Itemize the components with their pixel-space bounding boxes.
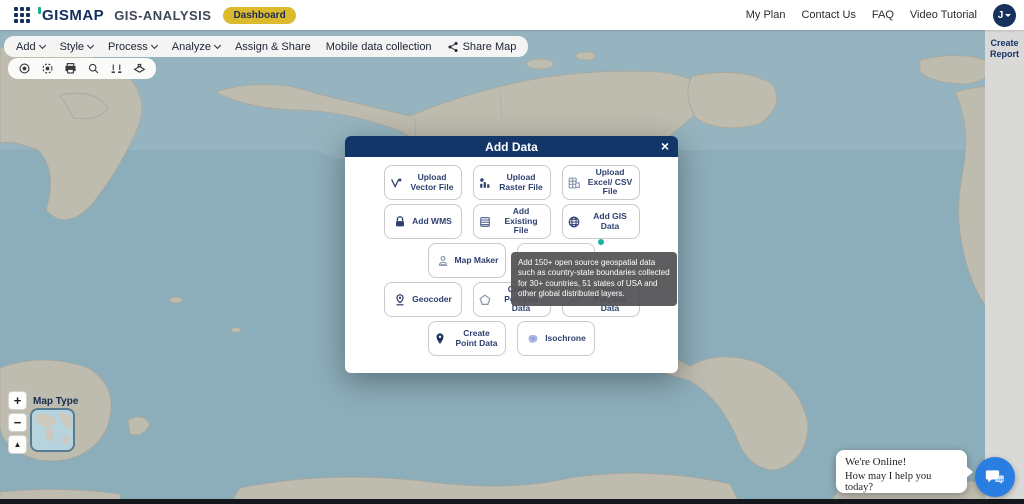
isochrone-button[interactable]: Isochrone	[517, 321, 595, 356]
app-window: GISMAP GIS-ANALYSIS Dashboard My Plan Co…	[0, 0, 1024, 504]
isochrone-icon	[528, 334, 538, 343]
menu-toolbar: Add Style Process Analyze Assign & Share…	[4, 36, 529, 57]
compass-button[interactable]: ▲	[8, 435, 27, 454]
upload-raster-file-button[interactable]: Upload Raster File	[472, 165, 551, 200]
chat-button[interactable]	[975, 457, 1015, 497]
menu-assign-share[interactable]: Assign & Share	[235, 41, 311, 53]
chevron-down-icon	[213, 41, 221, 49]
chat-status: We're Online!	[845, 456, 907, 468]
add-existing-file-button[interactable]: Add Existing File	[472, 204, 551, 239]
map-maker-button[interactable]: Map Maker	[428, 243, 506, 278]
menu-mobile-data-collection[interactable]: Mobile data collection	[326, 41, 432, 53]
zoom-in-button[interactable]: +	[8, 391, 27, 410]
create-point-data-button[interactable]: Create Point Data	[428, 321, 506, 356]
nav-my-plan[interactable]: My Plan	[746, 9, 786, 21]
search-icon[interactable]	[85, 60, 102, 77]
chevron-down-icon	[150, 41, 158, 49]
map-type-label: Map Type	[33, 396, 79, 407]
chevron-down-icon	[1005, 13, 1012, 17]
existing-file-icon	[479, 216, 490, 227]
print-icon[interactable]	[62, 60, 79, 77]
excel-csv-icon	[568, 177, 580, 188]
bottom-edge-bar	[0, 499, 1024, 504]
geocoder-button[interactable]: Geocoder	[383, 282, 462, 317]
geocoder-icon	[396, 293, 404, 305]
app-title: GIS-ANALYSIS	[114, 7, 212, 23]
modal-title: Add Data	[485, 139, 538, 154]
modal-header: Add Data ×	[345, 136, 678, 157]
dashboard-badge[interactable]: Dashboard	[223, 6, 296, 24]
chat-bubbles-icon	[985, 470, 1004, 485]
measure-icon[interactable]	[108, 60, 125, 77]
nav-video-tutorial[interactable]: Video Tutorial	[910, 9, 977, 21]
chat-greeting-bubble[interactable]: We're Online! How may I help you today?	[836, 450, 973, 493]
upload-vector-file-button[interactable]: Upload Vector File	[383, 165, 462, 200]
gismap-logo[interactable]: GISMAP	[38, 6, 104, 24]
add-data-modal: Add Data × Upload Vector File Upload Ras…	[345, 136, 678, 373]
chevron-down-icon	[87, 41, 95, 49]
map-tools-toolbar	[8, 58, 156, 79]
menu-share-map[interactable]: Share Map	[447, 41, 516, 53]
polygon-icon	[478, 293, 491, 305]
raster-file-icon	[479, 177, 489, 188]
wms-lock-icon	[396, 215, 405, 226]
upload-excel-csv-button[interactable]: Upload Excel/ CSV File	[561, 165, 640, 200]
vector-file-icon	[390, 178, 401, 188]
beacon-dot	[597, 239, 604, 245]
create-report-button[interactable]: Create Report	[985, 38, 1024, 60]
basemap-icon[interactable]	[131, 60, 148, 77]
nav-contact-us[interactable]: Contact Us	[801, 9, 855, 21]
user-avatar[interactable]: J	[993, 3, 1016, 27]
chevron-down-icon	[38, 41, 46, 49]
add-wms-button[interactable]: Add WMS	[383, 204, 462, 239]
extent-icon[interactable]	[39, 60, 56, 77]
nav-faq[interactable]: FAQ	[872, 9, 894, 21]
right-sidebar: Create Report	[985, 30, 1024, 504]
point-pin-icon	[436, 332, 444, 344]
share-icon	[448, 41, 458, 52]
close-icon[interactable]: ×	[661, 137, 669, 156]
add-gis-data-button[interactable]: Add GIS Data	[561, 204, 640, 245]
zoom-out-button[interactable]: −	[8, 413, 27, 432]
gis-data-tooltip: Add 150+ open source geospatial data suc…	[511, 252, 677, 306]
menu-analyze[interactable]: Analyze	[172, 41, 221, 53]
chat-question: How may I help you today?	[845, 471, 932, 493]
locate-icon[interactable]	[16, 60, 33, 77]
menu-style[interactable]: Style	[60, 41, 95, 53]
menu-process[interactable]: Process	[108, 41, 158, 53]
app-grid-icon[interactable]	[14, 7, 30, 23]
map-maker-icon	[438, 255, 447, 266]
top-header: GISMAP GIS-ANALYSIS Dashboard My Plan Co…	[0, 0, 1024, 30]
map-type-thumbnail[interactable]	[30, 408, 75, 452]
menu-add[interactable]: Add	[16, 41, 46, 53]
globe-icon	[568, 216, 579, 227]
